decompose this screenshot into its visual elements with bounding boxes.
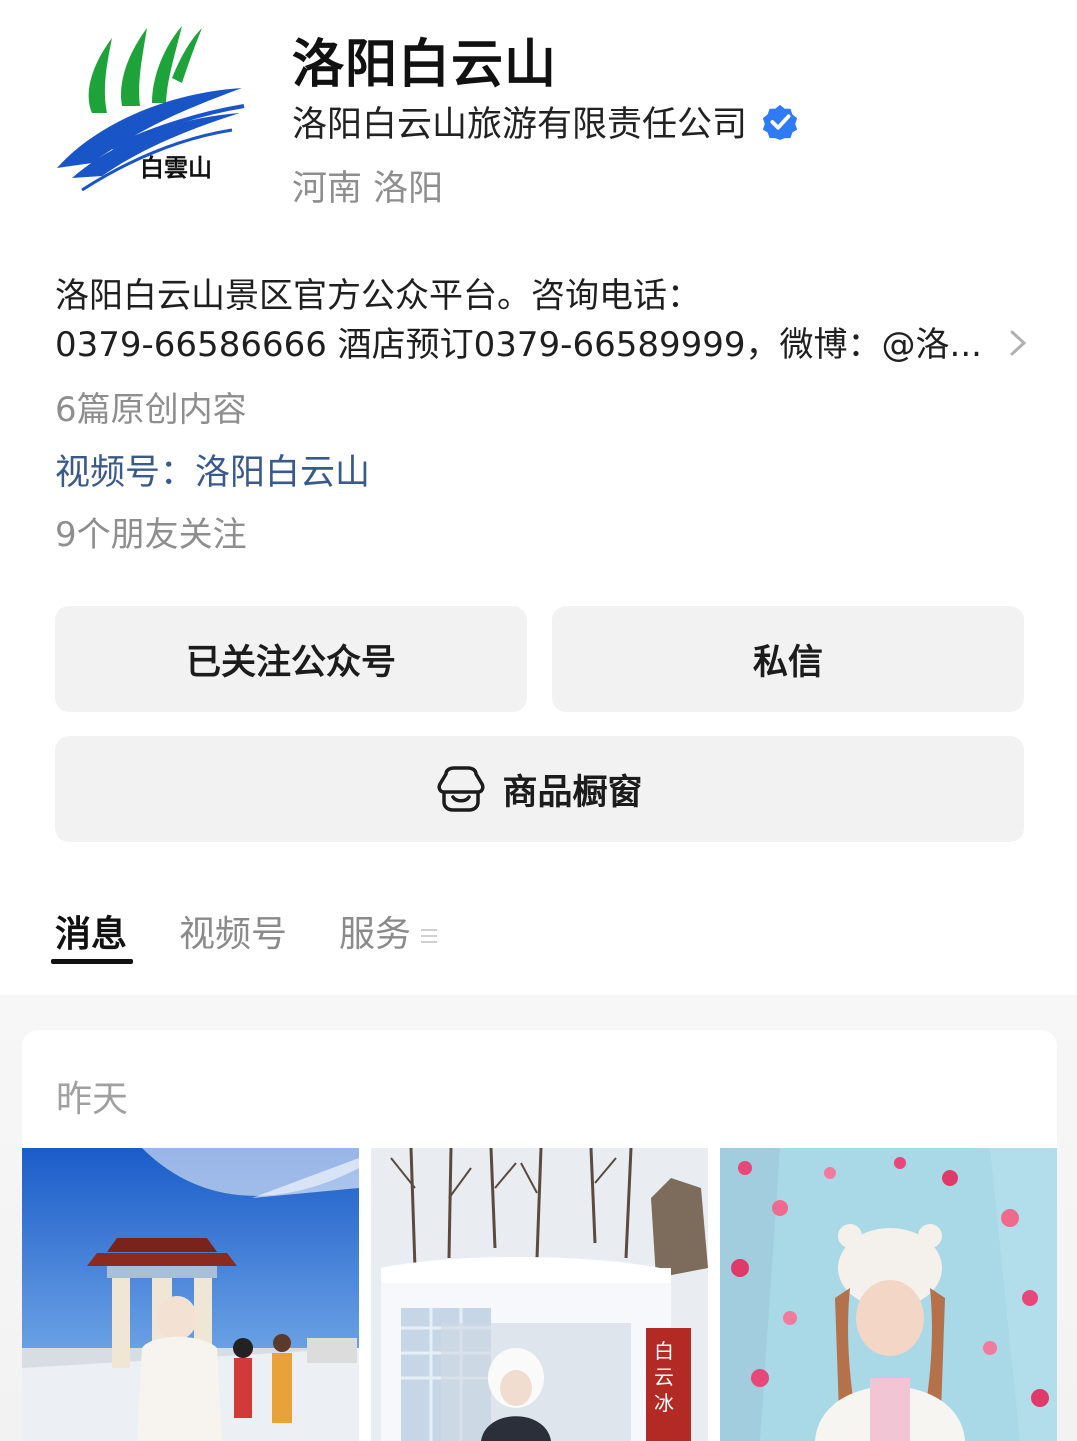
svg-text:冰: 冰 [654, 1391, 674, 1415]
shop-bag-icon [437, 766, 486, 812]
verified-badge-icon [762, 104, 798, 140]
company-row: 洛阳白云山旅游有限责任公司 [292, 96, 799, 147]
baiyunshan-logo-icon: 白雲山 [57, 26, 245, 192]
message-button[interactable]: 私信 [552, 606, 1024, 712]
photo-ice-sign-icon: 白 云 冰 [371, 1148, 708, 1441]
account-name: 洛阳白云山 [292, 35, 558, 95]
thumbnail-ice-flowers[interactable] [720, 1148, 1057, 1441]
shop-window-button[interactable]: 商品橱窗 [55, 736, 1024, 842]
tab-services[interactable]: 服务 [339, 905, 439, 957]
thumbnail-gate-snow[interactable] [22, 1148, 359, 1441]
company-name: 洛阳白云山旅游有限责任公司 [292, 105, 748, 145]
followed-button-label: 已关注公众号 [185, 642, 396, 683]
photo-ice-flowers-icon [720, 1148, 1057, 1441]
message-card[interactable]: 昨天 白 云 冰 [22, 1030, 1057, 1441]
menu-lines-icon [421, 929, 438, 943]
description-line-1: 洛阳白云山景区官方公众平台。咨询电话： [55, 276, 701, 316]
svg-text:云: 云 [654, 1365, 674, 1389]
tab-messages[interactable]: 消息 [50, 905, 134, 964]
content-tabs: 消息 视频号 服务 [50, 905, 491, 965]
chevron-right-icon[interactable] [1006, 328, 1030, 358]
channels-link[interactable]: 视频号：洛阳白云山 [55, 444, 370, 495]
tab-services-label: 服务 [339, 914, 412, 955]
message-date: 昨天 [56, 1079, 129, 1120]
shop-window-label: 商品橱窗 [502, 772, 643, 813]
logo-text: 白雲山 [140, 153, 212, 182]
account-location: 河南 洛阳 [292, 169, 444, 209]
svg-text:白: 白 [654, 1339, 674, 1363]
description-line-2: 0379-66586666 酒店预订0379-66589999，微博：@洛... [55, 325, 982, 365]
photo-gate-snow-icon [22, 1148, 359, 1441]
thumbnail-ice-sign[interactable]: 白 云 冰 [371, 1148, 708, 1441]
original-content-count[interactable]: 6篇原创内容 [55, 382, 247, 431]
account-logo[interactable]: 白雲山 [52, 18, 252, 208]
followed-button[interactable]: 已关注公众号 [55, 606, 527, 712]
profile-header: 白雲山 洛阳白云山 洛阳白云山旅游有限责任公司 河南 洛阳 [0, 0, 1077, 230]
friends-following[interactable]: 9个朋友关注 [55, 507, 247, 556]
message-button-label: 私信 [752, 642, 823, 683]
account-description[interactable]: 洛阳白云山景区官方公众平台。咨询电话： 0379-66586666 酒店预订03… [55, 272, 1005, 370]
tab-channels[interactable]: 视频号 [179, 905, 287, 957]
